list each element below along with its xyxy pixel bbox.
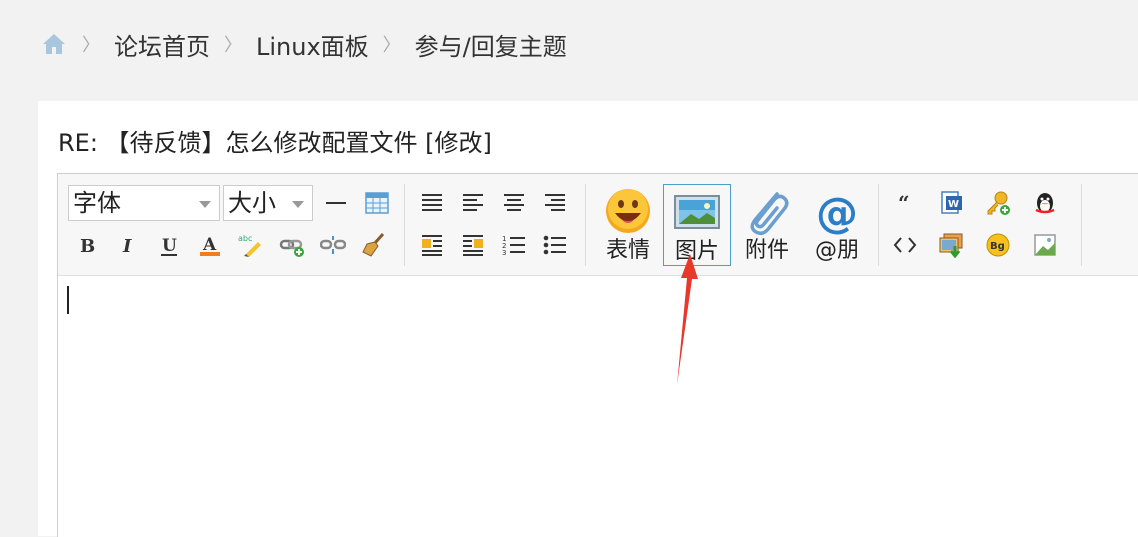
chevron-down-icon: [199, 201, 211, 208]
chevron-down-icon: [292, 201, 304, 208]
post-title: RE: 【待反馈】怎么修改配置文件 [修改]: [58, 129, 492, 157]
reply-panel: RE: 【待反馈】怎么修改配置文件 [修改] 字体 大小 B I U A abc…: [38, 101, 1138, 537]
highlight-pen-icon: abc: [238, 234, 261, 257]
image-button-label: 图片: [674, 239, 719, 264]
breadcrumb-forum-home[interactable]: 论坛首页: [114, 27, 210, 62]
align-center-button[interactable]: [499, 188, 529, 218]
svg-text:“: “: [898, 191, 910, 215]
smiley-icon: [606, 189, 650, 233]
align-right-icon: [545, 194, 565, 211]
bg-badge-icon: Bg: [986, 233, 1010, 257]
insert-link-button[interactable]: [277, 230, 307, 260]
attachment-button[interactable]: 附件: [733, 184, 801, 266]
align-center-icon: [504, 194, 524, 211]
align-justify-icon: [422, 194, 442, 211]
at-sign-icon: @: [816, 188, 858, 237]
paste-from-word-button[interactable]: W: [936, 188, 966, 218]
float-left-icon: [422, 235, 442, 256]
word-document-icon: W: [941, 191, 962, 214]
code-icon: [893, 237, 917, 253]
underline-button[interactable]: U: [154, 230, 184, 260]
align-right-button[interactable]: [540, 188, 570, 218]
text-color-icon: A: [200, 235, 220, 256]
unordered-list-button[interactable]: [540, 230, 570, 260]
unordered-list-icon: [543, 235, 566, 255]
svg-text:3: 3: [502, 249, 506, 257]
broken-image-button[interactable]: [1030, 230, 1060, 260]
float-right-button[interactable]: [458, 230, 488, 260]
align-left-button[interactable]: [458, 188, 488, 218]
svg-text:Bg: Bg: [990, 241, 1005, 252]
insert-media-button[interactable]: [936, 230, 966, 260]
qq-button[interactable]: [1030, 188, 1060, 218]
mention-button[interactable]: @ @朋: [803, 184, 871, 266]
hidden-content-button[interactable]: [983, 188, 1013, 218]
breadcrumb-separator: 〉: [82, 35, 100, 56]
align-justify-button[interactable]: [417, 188, 447, 218]
font-family-select[interactable]: 字体: [68, 185, 220, 221]
image-icon: [674, 195, 720, 229]
qq-penguin-icon: [1035, 193, 1055, 214]
italic-button[interactable]: I: [113, 230, 143, 260]
font-family-select-value: 字体: [73, 189, 121, 217]
mention-button-label: @朋: [814, 238, 859, 263]
table-button[interactable]: [362, 188, 392, 218]
toolbar-separator: [404, 184, 405, 266]
editor: 字体 大小 B I U A abc 1 2 3 表情 图片 附件 @ @朋 “ …: [57, 173, 1138, 537]
link-icon: [279, 239, 304, 257]
float-left-button[interactable]: [417, 230, 447, 260]
unlink-button[interactable]: [318, 230, 348, 260]
table-icon: [365, 192, 389, 214]
svg-text:B: B: [80, 236, 95, 257]
bold-icon: B: [80, 236, 95, 257]
attachment-button-label: 附件: [744, 238, 789, 263]
home-icon[interactable]: [40, 30, 68, 58]
svg-text:abc: abc: [238, 234, 252, 243]
quote-icon: “: [898, 191, 910, 215]
code-button[interactable]: [890, 230, 920, 260]
emoji-button[interactable]: 表情: [594, 184, 662, 266]
toolbar-separator: [878, 184, 879, 266]
emoji-button-label: 表情: [605, 238, 650, 263]
breadcrumb-reply-topic: 参与/回复主题: [414, 32, 567, 61]
editor-content-area[interactable]: [58, 276, 1138, 537]
toolbar-separator: [585, 184, 586, 266]
float-right-icon: [463, 235, 483, 256]
svg-text:@: @: [816, 188, 858, 237]
underline-icon: U: [161, 236, 177, 256]
breadcrumb-separator: 〉: [224, 35, 242, 56]
svg-text:W: W: [948, 199, 959, 210]
paperclip-icon: [750, 192, 789, 236]
italic-icon: I: [122, 236, 132, 257]
image-button[interactable]: 图片: [663, 184, 731, 266]
toolbar-separator: [1081, 184, 1082, 266]
svg-text:U: U: [162, 236, 177, 256]
broken-image-icon: [1034, 234, 1056, 256]
ordered-list-icon: 123: [502, 235, 525, 257]
unlink-icon: [320, 236, 346, 254]
text-color-button[interactable]: A: [195, 230, 225, 260]
background-button[interactable]: Bg: [983, 230, 1013, 260]
font-size-select-value: 大小: [228, 189, 276, 217]
font-size-select[interactable]: 大小: [223, 185, 313, 221]
breadcrumb-linux-panel[interactable]: Linux面板: [256, 27, 369, 62]
horizontal-rule-button[interactable]: [321, 188, 351, 218]
editor-toolbar: 字体 大小 B I U A abc 1 2 3 表情 图片 附件 @ @朋 “ …: [58, 174, 1138, 276]
breadcrumb-separator: 〉: [382, 35, 401, 56]
horizontal-rule-icon: [326, 202, 346, 204]
svg-text:I: I: [122, 236, 132, 257]
image-download-icon: [939, 233, 963, 258]
ordered-list-button[interactable]: 123: [499, 230, 529, 260]
clear-format-button[interactable]: [359, 230, 389, 260]
quote-button[interactable]: “: [890, 188, 920, 218]
bold-button[interactable]: B: [72, 230, 102, 260]
broom-icon: [362, 232, 385, 257]
breadcrumb: 〉 论坛首页 〉 Linux面板 〉 参与/回复主题: [40, 26, 567, 62]
align-left-icon: [463, 194, 483, 211]
key-icon: [987, 191, 1010, 215]
highlight-button[interactable]: abc: [236, 230, 266, 260]
